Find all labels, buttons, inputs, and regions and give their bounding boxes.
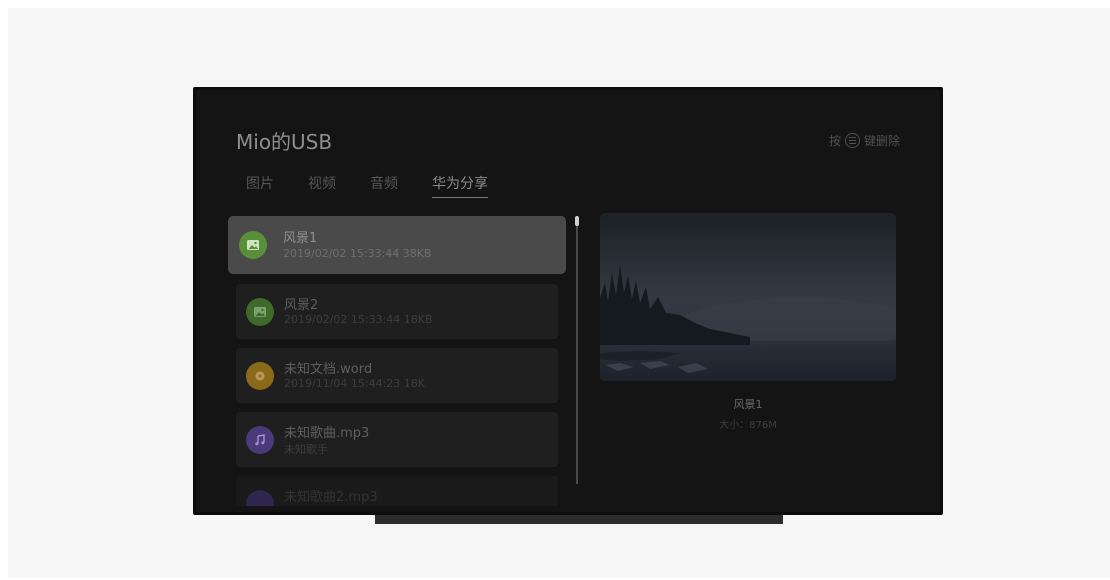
tv-screen: Mio的USB 按 键删除 图片 视频 音频 华为分享 风景1 2019/02/ xyxy=(196,90,940,512)
preview-file-size: 大小：876M xyxy=(719,420,777,431)
document-file-icon xyxy=(246,362,274,390)
tab-videos[interactable]: 视频 xyxy=(308,173,336,198)
file-meta: 未知歌手 xyxy=(284,443,328,456)
preview-file-name: 风景1 xyxy=(733,398,763,411)
preview-image xyxy=(600,213,896,381)
image-file-icon xyxy=(239,231,267,259)
file-item-landscape2[interactable]: 风景2 2019/02/02 15:33:44 18KB xyxy=(236,284,558,339)
page-title: Mio的USB xyxy=(236,130,333,154)
tv-stand xyxy=(375,515,783,524)
landscape-image xyxy=(600,213,896,381)
tab-audio[interactable]: 音频 xyxy=(370,173,398,198)
delete-hint: 按 键删除 xyxy=(829,132,900,149)
file-meta: 2019/11/04 15:44:23 18K xyxy=(284,377,426,390)
menu-key-icon xyxy=(844,133,860,148)
file-name: 未知歌曲.mp3 xyxy=(284,426,370,441)
image-file-icon xyxy=(246,298,274,326)
file-item-landscape1[interactable]: 风景1 2019/02/02 15:33:44 38KB xyxy=(228,216,566,274)
tab-images[interactable]: 图片 xyxy=(246,173,274,198)
music-file-icon xyxy=(246,490,274,506)
list-scrollbar[interactable] xyxy=(575,216,579,484)
hint-suffix: 键删除 xyxy=(863,134,900,148)
file-item-unknown-song[interactable]: 未知歌曲.mp3 未知歌手 xyxy=(236,412,558,467)
tv-frame: Mio的USB 按 键删除 图片 视频 音频 华为分享 风景1 2019/02/ xyxy=(193,87,943,515)
file-meta: 2019/02/02 15:33:44 38KB xyxy=(283,247,432,260)
category-tabs: 图片 视频 音频 华为分享 xyxy=(246,173,522,198)
music-file-icon xyxy=(246,426,274,454)
file-list: 风景1 2019/02/02 15:33:44 38KB 风景2 2019/02… xyxy=(228,216,568,506)
file-name: 未知歌曲2.mp3 xyxy=(284,490,378,505)
file-item-unknown-song2[interactable]: 未知歌曲2.mp3 xyxy=(236,476,558,506)
tab-huawei-share[interactable]: 华为分享 xyxy=(432,173,488,198)
file-name: 未知文档.word xyxy=(284,362,373,377)
file-name: 风景1 xyxy=(283,231,318,246)
file-name: 风景2 xyxy=(284,298,319,313)
file-item-unknown-document[interactable]: 未知文档.word 2019/11/04 15:44:23 18K xyxy=(236,348,558,403)
file-meta: 2019/02/02 15:33:44 18KB xyxy=(284,313,433,326)
hint-prefix: 按 xyxy=(828,134,841,148)
scrollbar-thumb[interactable] xyxy=(575,216,579,226)
page-canvas: Mio的USB 按 键删除 图片 视频 音频 华为分享 风景1 2019/02/ xyxy=(8,8,1110,578)
